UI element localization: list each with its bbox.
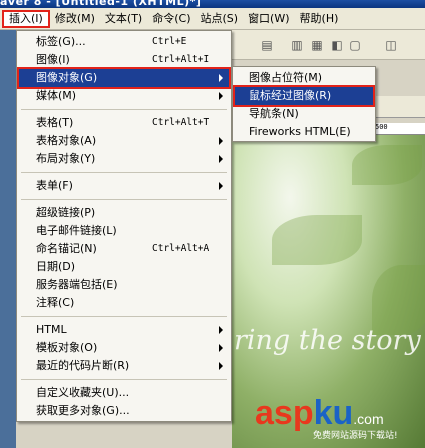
image-objects-item[interactable]: 鼠标经过图像(R) [233, 85, 375, 107]
insert-menu-item[interactable]: 表单(F) [19, 177, 229, 195]
insert-menu-item[interactable]: 媒体(M) [19, 87, 229, 105]
menubar-item-5[interactable]: 窗口(W) [243, 10, 294, 28]
menu-item-label: 自定义收藏夹(U)... [36, 386, 130, 399]
menu-item-label: 最近的代码片断(R) [36, 359, 130, 372]
menu-item-label: 获取更多对象(G)... [36, 404, 130, 417]
window-title: aver 8 - [Untitled-1 (XHTML)*] [0, 0, 202, 8]
submenu-arrow-icon [219, 326, 223, 334]
table-icon[interactable]: ▥ [290, 38, 304, 52]
submenu-arrow-icon [219, 182, 223, 190]
menu-bar: 插入(I) 修改(M) 文本(T) 命令(C) 站点(S) 窗口(W) 帮助(H) [0, 8, 425, 30]
menu-item-label: 模板对象(O) [36, 341, 98, 354]
watermark-brand-a: asp [255, 394, 314, 432]
menu-item-label: 标签(G)... [36, 35, 86, 48]
insert-menu-item[interactable]: 图像对象(G) [17, 67, 231, 89]
watermark-brand-b: ku [313, 394, 354, 432]
menu-item-shortcut: Ctrl+Alt+I [152, 54, 210, 65]
insert-menu-item[interactable]: 表格(T) Ctrl+Alt+T [19, 114, 229, 132]
menubar-item-3[interactable]: 命令(C) [147, 10, 195, 28]
submenu-arrow-icon [219, 155, 223, 163]
insert-menu-item[interactable]: 自定义收藏夹(U)... [19, 384, 229, 402]
menubar-item-0[interactable]: 插入(I) [2, 9, 50, 28]
menu-item-label: 注释(C) [36, 296, 75, 309]
menu-separator [21, 109, 227, 110]
menu-item-label: 图像(I) [36, 53, 70, 66]
menu-item-label: 日期(D) [36, 260, 76, 273]
frame-icon[interactable]: ▢ [348, 38, 362, 52]
submenu-arrow-icon [219, 362, 223, 370]
menu-separator [21, 199, 227, 200]
menubar-item-6[interactable]: 帮助(H) [295, 10, 344, 28]
submenu-arrow-icon [219, 92, 223, 100]
insert-menu-item[interactable]: 电子邮件链接(L) [19, 222, 229, 240]
menubar-item-2[interactable]: 文本(T) [100, 10, 147, 28]
insert-menu-item[interactable]: 模板对象(O) [19, 339, 229, 357]
menu-item-label: 表格(T) [36, 116, 74, 129]
menu-item-label: HTML [36, 323, 67, 336]
menu-separator [21, 172, 227, 173]
menu-item-label: 表单(F) [36, 179, 73, 192]
menubar-item-1[interactable]: 修改(M) [50, 10, 100, 28]
template-icon[interactable]: ◫ [384, 38, 398, 52]
menu-separator [21, 379, 227, 380]
menu-item-label: 布局对象(Y) [36, 152, 96, 165]
submenu-arrow-icon [219, 344, 223, 352]
insert-menu-item[interactable]: 获取更多对象(G)... [19, 402, 229, 420]
insert-menu-item[interactable]: 图像(I) Ctrl+Alt+I [19, 51, 229, 69]
leaf-decoration [352, 145, 422, 185]
insert-menu-item[interactable]: 布局对象(Y) [19, 150, 229, 168]
image-objects-submenu: 图像占位符(M) 鼠标经过图像(R) 导航条(N) Fireworks HTML(E) [232, 66, 376, 142]
insert-menu-item[interactable]: 命名锚记(N) Ctrl+Alt+A [19, 240, 229, 258]
title-bar: aver 8 - [Untitled-1 (XHTML)*] [0, 0, 425, 8]
insert-menu-item[interactable]: 服务器端包括(E) [19, 276, 229, 294]
left-panel-strip [0, 30, 16, 448]
watermark-tagline: 免费网站源码下载站! [313, 431, 398, 441]
menu-item-label: 命名锚记(N) [36, 242, 97, 255]
menu-item-label: 表格对象(A) [36, 134, 97, 147]
menu-item-shortcut: Ctrl+E [152, 36, 187, 47]
insert-menu-item[interactable]: 表格对象(A) [19, 132, 229, 150]
insert-menu-item[interactable]: 注释(C) [19, 294, 229, 312]
insert-menu-item[interactable]: 标签(G)... Ctrl+E [19, 33, 229, 51]
menubar-item-4[interactable]: 站点(S) [195, 10, 243, 28]
menu-item-label: 电子邮件链接(L) [36, 224, 117, 237]
form-icon[interactable]: ▦ [310, 38, 324, 52]
submenu-arrow-icon [219, 137, 223, 145]
image-objects-item[interactable]: 导航条(N) [235, 105, 373, 123]
insert-menu-item[interactable]: HTML [19, 321, 229, 339]
menu-item-shortcut: Ctrl+Alt+A [152, 243, 210, 254]
banner-text: ring the story [234, 325, 421, 356]
menu-item-label: 超级链接(P) [36, 206, 96, 219]
insert-menu-item[interactable]: 超级链接(P) [19, 204, 229, 222]
menu-separator [21, 316, 227, 317]
ruler-mark: 500 [375, 123, 388, 131]
insert-menu: 标签(G)... Ctrl+E 图像(I) Ctrl+Alt+I 图像对象(G) 媒体(M… [16, 30, 232, 422]
layer-icon[interactable]: ◧ [330, 38, 344, 52]
submenu-arrow-icon [219, 74, 223, 82]
insert-toolbar: ▤ ▥ ▦ ◧ ▢ ◫ [232, 30, 425, 60]
menu-item-shortcut: Ctrl+Alt+T [152, 117, 210, 128]
image-objects-item[interactable]: Fireworks HTML(E) [235, 123, 373, 141]
leaf-decoration [272, 215, 362, 265]
insert-menu-item[interactable]: 最近的代码片断(R) [19, 357, 229, 375]
menu-item-label: 服务器端包括(E) [36, 278, 118, 291]
menu-item-label: 图像对象(G) [36, 71, 98, 84]
image-objects-item[interactable]: 图像占位符(M) [235, 69, 373, 87]
rollover-image-icon[interactable]: ▤ [260, 38, 274, 52]
menu-item-label: 媒体(M) [36, 89, 77, 102]
insert-menu-item[interactable]: 日期(D) [19, 258, 229, 276]
watermark-suffix: .com [353, 411, 384, 427]
